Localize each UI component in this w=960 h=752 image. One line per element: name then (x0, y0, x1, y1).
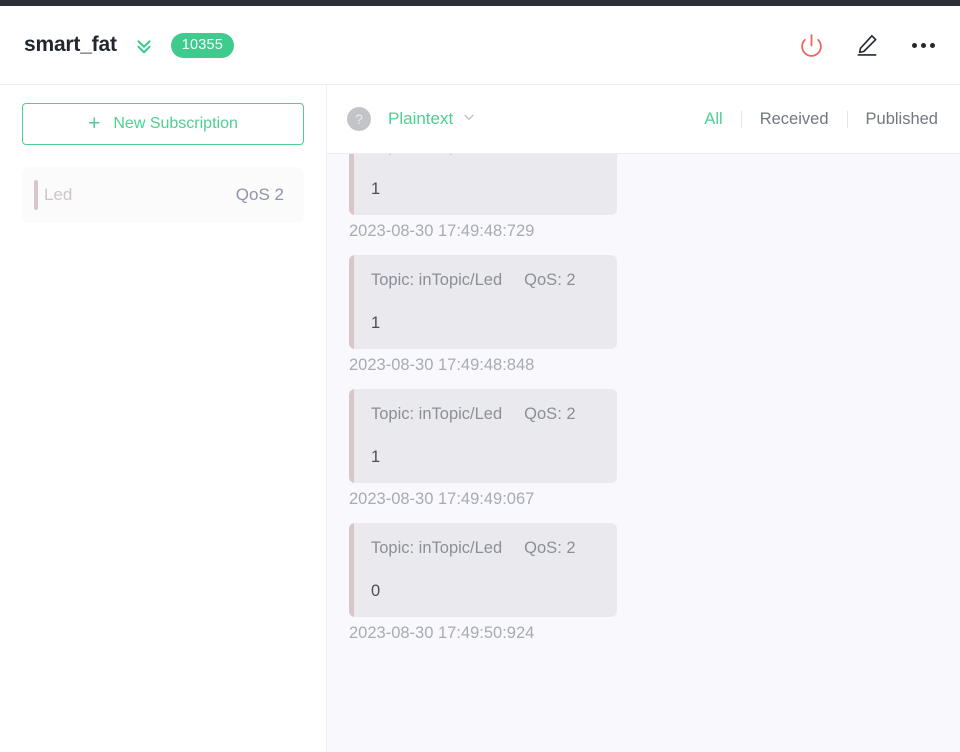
message-qos: QoS: 2 (524, 405, 576, 423)
message-bubble: Topic: inTopic/Led QoS: 2 0 (349, 523, 617, 617)
subscription-color-bar (34, 180, 38, 210)
message-meta: Topic: inTopic/Led QoS: 2 (371, 539, 595, 558)
message-bubble: Topic: inTopic/Led QoS: 2 1 (349, 255, 617, 349)
message-qos: QoS: 2 (524, 154, 575, 156)
subscription-qos: QoS 2 (235, 185, 284, 204)
message-item[interactable]: Topic: inTopic/Led QoS: 2 0 2023-08-30 1… (349, 523, 938, 643)
message-payload: 1 (371, 448, 381, 466)
filter-tab-received[interactable]: Received (742, 110, 847, 129)
message-accent-bar (349, 154, 354, 215)
message-bubble: Topic: inTopic/Led QoS: 2 1 (349, 389, 617, 483)
connection-name: smart_fat (24, 33, 117, 56)
message-count-badge: 10355 (170, 32, 235, 58)
message-item[interactable]: Topic: inTopic/Led QoS: 2 1 2023-08-30 1… (349, 154, 938, 241)
connection-header: smart_fat 10355 (0, 6, 960, 85)
new-subscription-button[interactable]: + New Subscription (22, 103, 304, 145)
message-item[interactable]: Topic: inTopic/Led QoS: 2 1 2023-08-30 1… (349, 389, 938, 509)
ellipsis-horizontal-icon[interactable] (908, 30, 938, 60)
app-window: smart_fat 10355 + New Subscription Led Q… (0, 0, 960, 752)
messages-toolbar-left: ? Plaintext (347, 107, 476, 131)
subscription-list: Led QoS 2 (22, 167, 304, 223)
payload-format-value: Plaintext (388, 109, 454, 128)
power-icon[interactable] (796, 30, 826, 60)
new-subscription-label: New Subscription (113, 115, 238, 132)
workspace: + New Subscription Led QoS 2 ? Plaintext (0, 85, 960, 752)
message-accent-bar (349, 389, 354, 483)
message-topic: Topic: inTopic/Led (371, 405, 503, 423)
message-topic: Topic: inTopic/Led (371, 154, 502, 156)
message-payload: 0 (371, 582, 381, 600)
chevron-down-icon (462, 110, 476, 129)
message-qos: QoS: 2 (524, 539, 576, 557)
message-meta: Topic: inTopic/Led QoS: 2 (371, 405, 595, 424)
message-payload: 1 (371, 314, 381, 332)
message-stream[interactable]: Topic: inTopic/Led QoS: 2 1 2023-08-30 1… (327, 154, 960, 752)
chevron-double-down-icon[interactable] (131, 32, 157, 58)
message-accent-bar (349, 523, 354, 617)
message-timestamp: 2023-08-30 17:49:50:924 (349, 624, 535, 642)
filter-tab-published[interactable]: Published (848, 110, 938, 129)
filter-tab-all[interactable]: All (686, 110, 740, 129)
message-topic: Topic: inTopic/Led (371, 271, 503, 289)
plus-icon: + (88, 111, 101, 135)
message-accent-bar (349, 255, 354, 349)
message-filter-tabs: All Received Published (686, 110, 938, 129)
help-icon[interactable]: ? (347, 107, 371, 131)
message-stream-inner: Topic: inTopic/Led QoS: 2 1 2023-08-30 1… (349, 154, 938, 657)
message-bubble: Topic: inTopic/Led QoS: 2 1 (349, 154, 617, 215)
payload-format-select[interactable]: Plaintext (388, 109, 476, 129)
pencil-icon[interactable] (852, 30, 882, 60)
messages-toolbar: ? Plaintext All Received Published (327, 85, 960, 154)
message-payload: 1 (371, 180, 381, 198)
connection-header-actions (796, 30, 938, 60)
message-qos: QoS: 2 (524, 271, 576, 289)
message-meta: Topic: inTopic/Led QoS: 2 (371, 154, 595, 156)
message-meta: Topic: inTopic/Led QoS: 2 (371, 271, 595, 290)
subscription-topic: Led (44, 185, 73, 204)
message-item[interactable]: Topic: inTopic/Led QoS: 2 1 2023-08-30 1… (349, 255, 938, 375)
message-timestamp: 2023-08-30 17:49:48:729 (349, 222, 535, 240)
connection-header-left: smart_fat 10355 (24, 32, 235, 58)
message-timestamp: 2023-08-30 17:49:49:067 (349, 490, 535, 508)
subscriptions-sidebar: + New Subscription Led QoS 2 (0, 85, 327, 752)
message-timestamp: 2023-08-30 17:49:48:848 (349, 356, 535, 374)
messages-panel: ? Plaintext All Received Published 1 202… (327, 85, 960, 752)
subscription-item-led[interactable]: Led QoS 2 (22, 167, 304, 223)
message-topic: Topic: inTopic/Led (371, 539, 503, 557)
